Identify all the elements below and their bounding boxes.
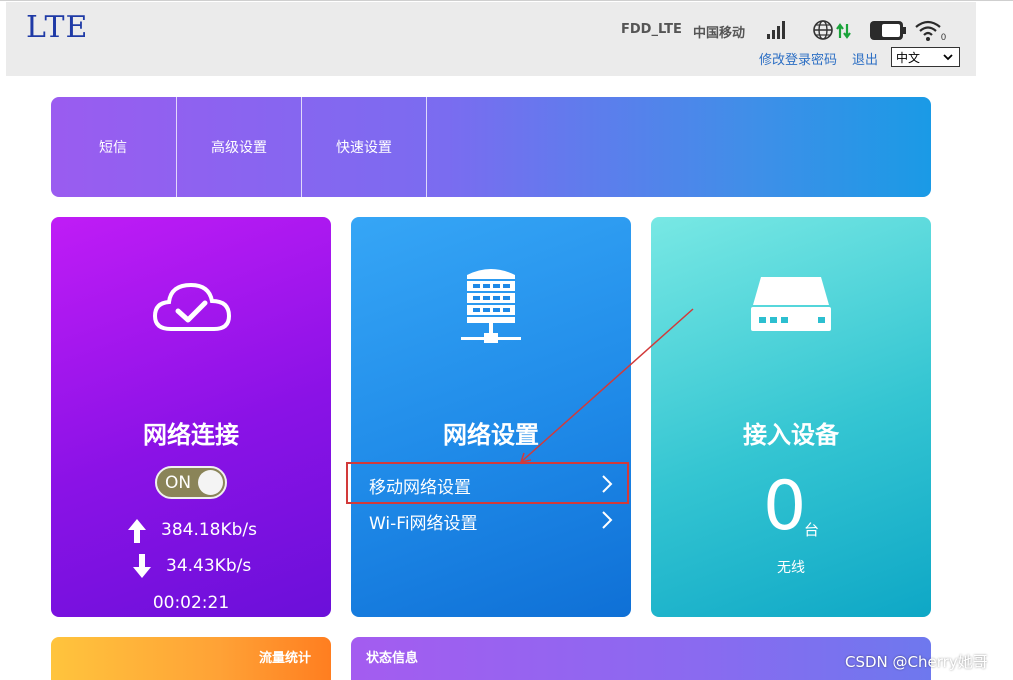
tab-sms[interactable]: 短信 — [51, 97, 175, 197]
tab-quick-setup[interactable]: 快速设置 — [302, 97, 426, 197]
tab-advanced-settings[interactable]: 高级设置 — [177, 97, 301, 197]
connection-type: 无线 — [777, 560, 805, 576]
traffic-stats-card: 流量统计 — [51, 637, 331, 680]
upload-speed: 384.18Kb/s — [161, 520, 258, 540]
status-info-card: 状态信息 — [351, 637, 931, 680]
network-connection-card: 网络连接 ON 384.18Kb/s 34.43Kb/s 00:02:21 — [51, 217, 331, 617]
language-select[interactable]: 中文 — [891, 47, 960, 67]
connection-toggle[interactable]: ON — [155, 466, 227, 499]
language-selected: 中文 — [896, 51, 921, 65]
network-settings-card: 网络设置 移动网络设置 Wi-Fi网络设置 — [351, 217, 631, 617]
router-icon — [751, 277, 831, 331]
wifi-icon: 0 — [915, 20, 946, 42]
network-type: FDD_LTE — [621, 22, 682, 37]
network-connection-title: 网络连接 — [143, 421, 239, 449]
toggle-label: ON — [165, 473, 192, 493]
logout-link[interactable]: 退出 — [852, 49, 878, 68]
cloud-check-icon — [152, 282, 232, 331]
nav-menu-bar: 短信 高级设置 快速设置 — [51, 97, 931, 197]
signal-strength-icon — [767, 21, 785, 39]
upload-arrow-icon — [128, 519, 146, 543]
server-network-icon — [461, 269, 521, 343]
connection-uptime: 00:02:21 — [152, 593, 230, 613]
tab-divider — [426, 97, 427, 197]
battery-icon — [870, 21, 906, 40]
connected-devices-card: 接入设备 0 台 无线 — [651, 217, 931, 617]
carrier-name: 中国移动 — [693, 26, 746, 41]
annotation-highlight-box — [346, 462, 629, 504]
change-password-link[interactable]: 修改登录密码 — [759, 49, 837, 68]
connected-devices-title: 接入设备 — [743, 421, 839, 449]
header-bar: LTE FDD_LTE 中国移动 0 修改登录密码 退出 中文 — [6, 2, 976, 76]
chevron-down-icon — [943, 54, 953, 61]
top-border — [0, 0, 1013, 1]
traffic-stats-title: 流量统计 — [259, 651, 312, 666]
toggle-knob — [198, 470, 223, 495]
download-speed: 34.43Kb/s — [166, 556, 252, 576]
watermark: CSDN @Cherry她哥 — [845, 653, 988, 671]
chevron-right-icon[interactable] — [600, 510, 614, 530]
status-info-title: 状态信息 — [366, 651, 419, 666]
wifi-network-settings-link[interactable]: Wi-Fi网络设置 — [369, 509, 478, 534]
network-settings-title: 网络设置 — [443, 421, 539, 449]
internet-status-icon — [813, 20, 851, 40]
logo: LTE — [26, 10, 89, 45]
device-count-unit: 台 — [804, 521, 820, 539]
download-arrow-icon — [133, 554, 151, 578]
svg-text:0: 0 — [941, 32, 946, 42]
device-count: 0 — [763, 467, 807, 546]
